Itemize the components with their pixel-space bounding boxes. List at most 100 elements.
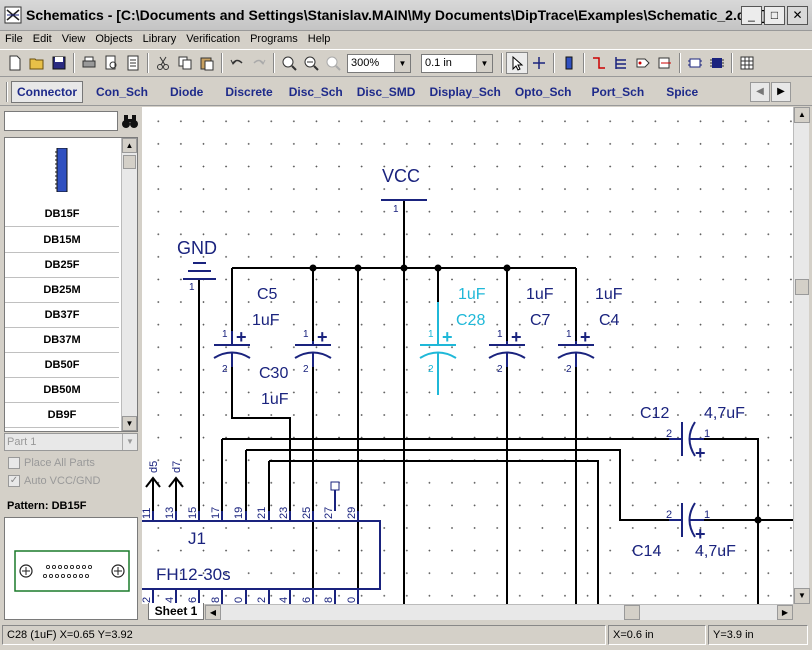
capacitor-c4[interactable]: + 1 2 1uF C4 (557, 286, 623, 375)
place-all-parts-checkbox[interactable]: Place All Parts (8, 457, 95, 469)
place-component-icon[interactable] (558, 52, 580, 74)
menu-objects[interactable]: Objects (90, 33, 137, 45)
capacitor-c14[interactable]: 2 1 + C14 4,7uF (632, 502, 736, 560)
list-item[interactable]: DB25F (5, 253, 119, 278)
tab-opto-sch[interactable]: Opto_Sch (508, 85, 579, 99)
gnd-symbol[interactable]: GND 1 (177, 238, 217, 293)
capacitor-c28-selected[interactable]: + 1 2 1uF C28 (419, 286, 486, 395)
save-icon[interactable] (48, 52, 70, 74)
ic-symbol-icon[interactable] (684, 52, 706, 74)
list-scrollbar[interactable]: ▲ ▼ (121, 138, 137, 431)
zoom-select[interactable]: 300% ▼ (347, 53, 411, 73)
page-setup-icon[interactable] (122, 52, 144, 74)
plus-sign: + (236, 327, 247, 347)
scroll-thumb[interactable] (123, 155, 136, 169)
scroll-thumb[interactable] (624, 605, 640, 620)
tab-diode[interactable]: Diode (163, 85, 210, 99)
minimize-button[interactable]: _ (741, 6, 762, 25)
schematic-canvas[interactable]: VCC 1 GND 1 + 1 2 C5 1uF C30 1uF + 1 2 +… (142, 107, 793, 604)
menu-view[interactable]: View (57, 33, 91, 45)
pin-number: 21 (256, 507, 268, 519)
plus-sign: + (511, 327, 522, 347)
menu-file[interactable]: File (0, 33, 28, 45)
tab-sheet-1[interactable]: Sheet 1 (148, 603, 204, 620)
component-preview[interactable]: DB15F (5, 138, 119, 227)
scroll-thumb[interactable] (795, 279, 809, 295)
capacitor-c12[interactable]: 2 1 + C12 4,7uF (640, 405, 745, 463)
new-file-icon[interactable] (4, 52, 26, 74)
pin-number: 1 (566, 329, 572, 340)
scroll-left-icon[interactable]: ◀ (205, 605, 221, 620)
scroll-right-icon[interactable]: ▶ (771, 82, 791, 102)
list-item[interactable]: DB25M (5, 278, 119, 303)
pin-number: 17 (210, 507, 222, 519)
tab-port-sch[interactable]: Port_Sch (585, 85, 652, 99)
tab-display-sch[interactable]: Display_Sch (422, 85, 507, 99)
scroll-left-icon[interactable]: ◀ (750, 82, 770, 102)
canvas-horizontal-scrollbar[interactable]: ◀ ▶ (205, 604, 793, 620)
print-preview-icon[interactable] (100, 52, 122, 74)
zoom-out-icon[interactable] (300, 52, 322, 74)
capacitor-c30[interactable]: + 1 2 C5 1uF C30 1uF (213, 286, 289, 408)
place-all-parts-label: Place All Parts (24, 457, 95, 469)
scroll-up-icon[interactable]: ▲ (122, 138, 137, 153)
undo-icon[interactable] (226, 52, 248, 74)
chevron-down-icon: ▼ (476, 54, 492, 72)
maximize-button[interactable]: □ (764, 6, 785, 25)
paste-icon[interactable] (196, 52, 218, 74)
pcb-chip-icon[interactable] (706, 52, 728, 74)
list-item[interactable]: DB15M (5, 228, 119, 253)
list-item[interactable]: DB37F (5, 303, 119, 328)
connector-j1[interactable]: J1 FH12-30s 11 13 15 17 19 21 23 25 27 2… (142, 481, 381, 604)
menu-help[interactable]: Help (303, 33, 336, 45)
redo-icon[interactable] (248, 52, 270, 74)
place-wire-icon[interactable] (588, 52, 610, 74)
list-item[interactable]: DB37M (5, 328, 119, 353)
canvas-vertical-scrollbar[interactable]: ▲ ▼ (793, 107, 810, 604)
zoom-in-icon[interactable] (278, 52, 300, 74)
print-icon[interactable] (78, 52, 100, 74)
scroll-down-icon[interactable]: ▼ (794, 588, 810, 604)
net-ports[interactable]: d5 d7 (145, 461, 184, 511)
crosshair-icon[interactable] (528, 52, 550, 74)
scroll-down-icon[interactable]: ▼ (122, 416, 137, 431)
pin-number: 1 (428, 329, 434, 340)
scroll-right-icon[interactable]: ▶ (777, 605, 793, 620)
part-select[interactable]: Part 1 ▼ (4, 433, 138, 451)
chevron-down-icon: ▼ (394, 54, 410, 72)
tab-spice[interactable]: Spice (659, 85, 705, 99)
pin-number: 27 (323, 507, 335, 519)
close-button[interactable]: ✕ (787, 6, 808, 25)
tab-disc-sch[interactable]: Disc_Sch (282, 85, 350, 99)
menu-verification[interactable]: Verification (181, 33, 245, 45)
list-item[interactable]: DB9F (5, 403, 119, 428)
place-port-icon[interactable] (632, 52, 654, 74)
cut-icon[interactable] (152, 52, 174, 74)
auto-vcc-gnd-checkbox[interactable]: ✓ Auto VCC/GND (8, 475, 100, 487)
grid-select[interactable]: 0.1 in ▼ (421, 53, 493, 73)
pin-number: 4 (278, 597, 290, 603)
menu-programs[interactable]: Programs (245, 33, 303, 45)
select-pointer-icon[interactable] (506, 52, 528, 74)
tab-connector[interactable]: Connector (11, 81, 83, 103)
list-item[interactable]: DB15F (5, 202, 119, 227)
plus-sign: + (695, 524, 706, 544)
menu-edit[interactable]: Edit (28, 33, 57, 45)
table-grid-icon[interactable] (736, 52, 758, 74)
binoculars-icon[interactable] (121, 111, 139, 131)
list-item[interactable]: DB50F (5, 353, 119, 378)
list-item[interactable]: DB50M (5, 378, 119, 403)
tab-con-sch[interactable]: Con_Sch (89, 85, 155, 99)
capacitor-c7[interactable]: + 1 2 1uF C7 (488, 286, 554, 375)
zoom-fit-icon[interactable] (322, 52, 344, 74)
place-bus-icon[interactable] (610, 52, 632, 74)
menu-library[interactable]: Library (138, 33, 182, 45)
scroll-up-icon[interactable]: ▲ (794, 107, 810, 123)
tab-disc-smd[interactable]: Disc_SMD (350, 85, 423, 99)
pin-number: 2 (666, 509, 672, 521)
place-net-port-icon[interactable] (654, 52, 676, 74)
copy-icon[interactable] (174, 52, 196, 74)
tab-discrete[interactable]: Discrete (218, 85, 279, 99)
open-folder-icon[interactable] (26, 52, 48, 74)
component-search-input[interactable] (4, 111, 118, 131)
